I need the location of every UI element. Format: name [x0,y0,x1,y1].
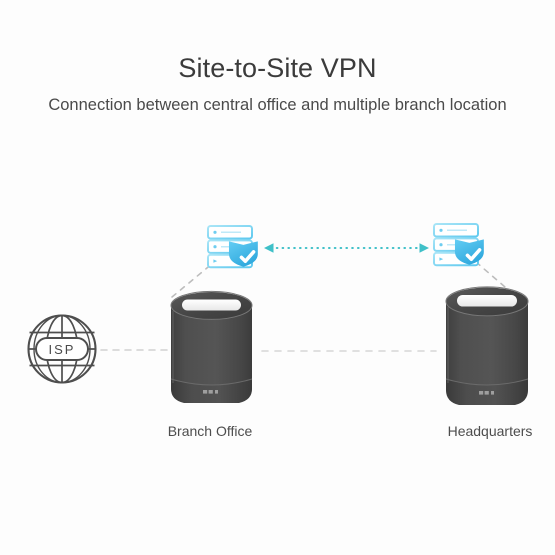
vpn-arrow-left [264,243,274,253]
diagram-canvas: ISP Site-to-Site VPN Connection between … [0,0,555,555]
secure-server-icon-branch [207,225,258,269]
isp-label: ISP [49,342,76,357]
headquarters-label: Headquarters [447,423,533,439]
secure-server-icon-hq [433,223,484,267]
globe-isp-icon: ISP [27,314,97,384]
router-top-slot [182,299,241,311]
vpn-arrow-right [419,243,429,253]
page-title: Site-to-Site VPN [178,53,377,83]
router-top-slot [457,295,517,307]
branch-office-label: Branch Office [167,423,253,439]
router-device-icon-hq [445,286,529,405]
router-brand-mark [203,390,218,394]
connection-vpn-tunnel [264,243,429,253]
router-brand-mark [479,391,494,395]
page-subtitle: Connection between central office and mu… [48,96,507,114]
router-device-icon-branch [170,290,253,403]
